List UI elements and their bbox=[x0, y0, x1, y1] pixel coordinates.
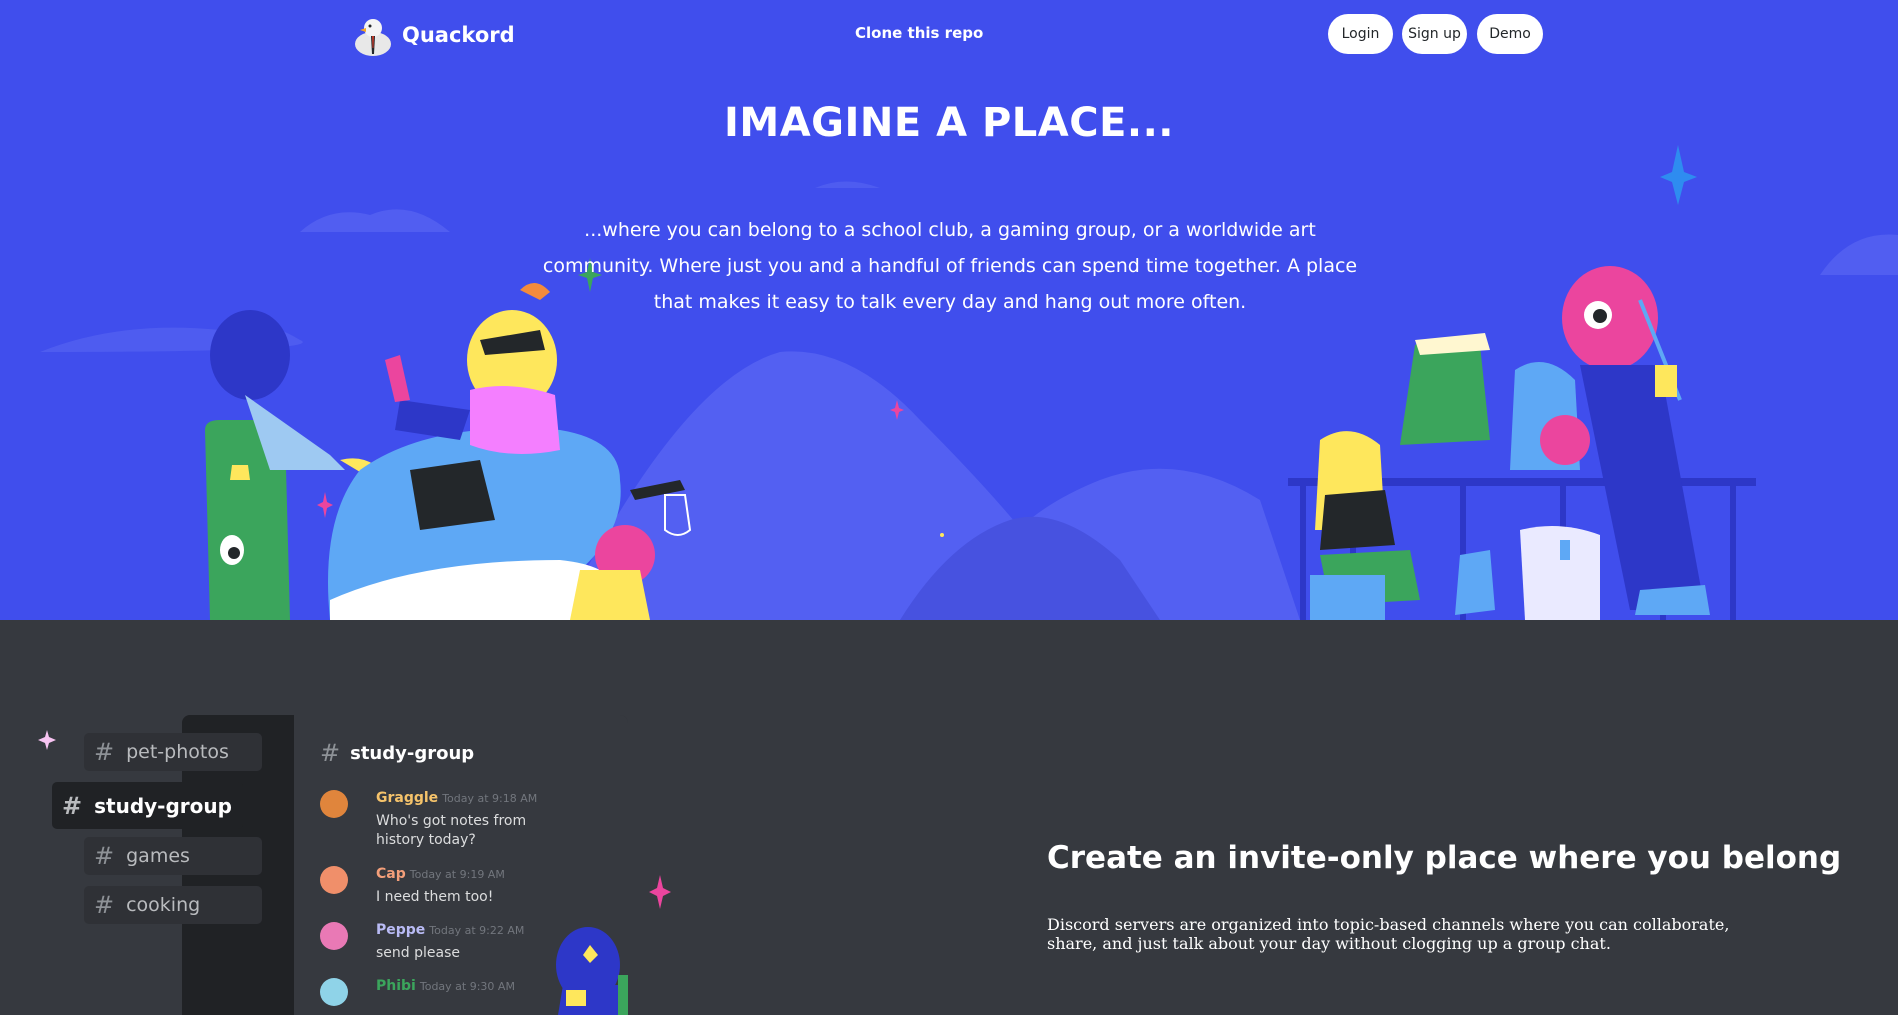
chat-main: # study-group Graggle Today at 9:18 AM Wh… bbox=[294, 715, 628, 1015]
channel-label: pet-photos bbox=[126, 741, 229, 763]
message-text: I need them too! bbox=[376, 889, 494, 905]
brand-name: Quackord bbox=[402, 23, 515, 47]
message-text: Who's got notes from history today? bbox=[376, 813, 527, 848]
message-author[interactable]: Phibi bbox=[376, 978, 416, 994]
hero-section: Quackord Clone this repo Login Sign up D… bbox=[0, 0, 1898, 620]
message-text: send please bbox=[376, 945, 460, 961]
channel-games[interactable]: # games bbox=[84, 837, 262, 875]
left-characters bbox=[205, 282, 692, 620]
channel-cooking[interactable]: # cooking bbox=[84, 886, 262, 924]
mascot-illustration bbox=[556, 927, 628, 1015]
hash-icon: # bbox=[94, 842, 115, 870]
signup-button[interactable]: Sign up bbox=[1402, 14, 1467, 54]
message: Cap Today at 9:19 AM I need them too! bbox=[320, 866, 620, 911]
message-author[interactable]: Peppe bbox=[376, 922, 425, 938]
channel-study-group[interactable]: # study-group bbox=[52, 782, 243, 829]
channel-label: cooking bbox=[126, 894, 201, 916]
clone-repo-link[interactable]: Clone this repo bbox=[855, 24, 983, 42]
message-time: Today at 9:19 AM bbox=[409, 868, 505, 881]
channel-label: study-group bbox=[94, 793, 232, 818]
message-author[interactable]: Graggle bbox=[376, 790, 438, 806]
avatar[interactable] bbox=[320, 866, 348, 894]
chat-channel-name: study-group bbox=[350, 742, 475, 764]
hash-icon: # bbox=[94, 891, 115, 919]
avatar[interactable] bbox=[320, 978, 348, 1006]
message-time: Today at 9:22 AM bbox=[429, 924, 525, 937]
login-button[interactable]: Login bbox=[1328, 14, 1393, 54]
avatar[interactable] bbox=[320, 790, 348, 818]
duck-logo-icon bbox=[355, 19, 391, 56]
message-time: Today at 9:30 AM bbox=[419, 980, 515, 993]
avatar[interactable] bbox=[320, 922, 348, 950]
channel-label: games bbox=[126, 845, 190, 867]
hero-subtitle: ...where you can belong to a school club… bbox=[542, 219, 1358, 313]
chat-header: # study-group bbox=[320, 739, 474, 767]
brand-logo[interactable]: Quackord bbox=[352, 14, 515, 56]
hash-icon: # bbox=[94, 738, 115, 766]
hero-title: IMAGINE A PLACE... bbox=[724, 100, 1174, 146]
message-author[interactable]: Cap bbox=[376, 866, 406, 882]
hash-icon: # bbox=[62, 791, 83, 820]
message-time: Today at 9:18 AM bbox=[442, 792, 538, 805]
feature-text: Discord servers are organized into topic… bbox=[1047, 915, 1730, 953]
message: Graggle Today at 9:18 AM Who's got notes … bbox=[320, 790, 620, 850]
channel-pet-photos[interactable]: # pet-photos bbox=[84, 733, 262, 771]
feature-title: Create an invite-only place where you be… bbox=[1047, 840, 1842, 876]
hash-icon: # bbox=[320, 739, 341, 767]
demo-button[interactable]: Demo bbox=[1477, 14, 1543, 54]
